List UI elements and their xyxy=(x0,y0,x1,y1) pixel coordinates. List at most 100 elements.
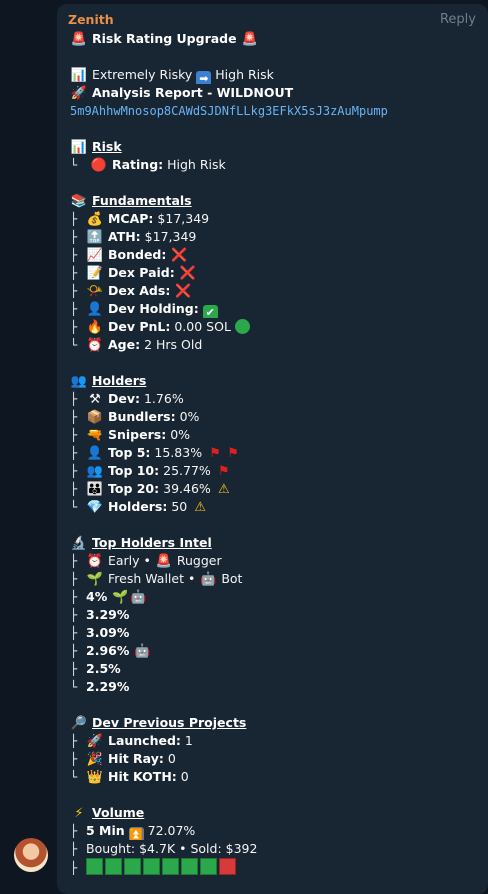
report-title: Analysis Report - WILDNOUT xyxy=(91,85,294,100)
warning-icon: ⚠ xyxy=(217,482,230,497)
gun-icon: 🔫 xyxy=(86,428,104,443)
pick-icon: ⚒ xyxy=(89,392,101,407)
volume-period-line: ├ 5 Min ⏫ 72.07% xyxy=(70,823,196,840)
check-icon: ✔ xyxy=(202,305,218,318)
megaphone-icon: 📯 xyxy=(86,284,104,299)
cross-icon: ❌ xyxy=(175,284,192,299)
report-title-line: 🚀 Analysis Report - WILDNOUT xyxy=(70,84,482,102)
party-icon: 🎉 xyxy=(86,752,104,767)
volume-bar-green-block xyxy=(124,858,141,875)
gem-icon: 💎 xyxy=(86,500,104,515)
top-holders-section-title: 🔬 Top Holders Intel xyxy=(70,535,212,551)
user-icon: 👤 xyxy=(86,302,104,317)
robot-icon: 🤖 xyxy=(134,644,151,659)
rating-change-line: 📊 Extremely Risky ➡ High Risk xyxy=(70,66,482,84)
holders-item: ├ 👥 Top 10: 25.77% ⚑ xyxy=(70,462,482,480)
holders-item: ├ 👤 Top 5: 15.83% ⚑ ⚑ xyxy=(70,444,482,462)
holders-item: ├ 📦 Bundlers: 0% xyxy=(70,409,200,425)
chart-icon: 📊 xyxy=(70,140,88,155)
siren-icon: 🚨 xyxy=(70,32,88,47)
chart-icon: 📊 xyxy=(70,68,88,83)
money-bag-icon: 💰 xyxy=(86,212,104,227)
volume-section-title: ⚡ Volume xyxy=(70,804,482,822)
alarm-clock-icon: ⏰ xyxy=(86,338,104,353)
dev-projects-item: ├ 🎉 Hit Ray: 0 xyxy=(70,751,176,767)
crown-icon: 👑 xyxy=(86,770,104,785)
user-icon: 👤 xyxy=(86,446,104,461)
right-arrow-icon: ➡ xyxy=(196,71,212,84)
fundamentals-item: ├ 📯 Dex Ads: ❌ xyxy=(70,283,192,299)
dev-projects-item: ├ 🚀 Launched: 1 xyxy=(70,733,193,749)
seedling-icon: 🌱 xyxy=(86,572,104,587)
red-flag-icon: ⚑ xyxy=(209,446,221,461)
risk-section-title: 📊 Risk xyxy=(70,139,122,155)
volume-bar-green-block xyxy=(143,858,160,875)
reply-button[interactable]: Reply xyxy=(440,12,476,27)
up-arrow-icon: ⏫ xyxy=(128,827,144,840)
holders-section-title: 👥 Holders xyxy=(70,373,147,389)
sender-name[interactable]: Zenith xyxy=(68,12,114,27)
holders-item: ├ 🔫 Snipers: 0% xyxy=(70,427,191,443)
volume-bar-red-block xyxy=(219,858,236,875)
red-flag-icon: ⚑ xyxy=(227,446,239,461)
fundamentals-section-title: 📚 Fundamentals xyxy=(70,193,192,209)
fundamentals-item: ├ 📈 Bonded: ❌ xyxy=(70,247,188,263)
robot-icon: 🤖 xyxy=(200,572,217,587)
lightning-icon: ⚡ xyxy=(74,806,84,821)
message-body: 🚨 Risk Rating Upgrade 🚨 📊 Extremely Risk… xyxy=(70,30,482,876)
top-holder-row: ├ 4% 🌱 🤖 xyxy=(70,589,147,605)
rating-from: Extremely Risky xyxy=(91,67,193,82)
holders-item: └ 💎 Holders: 50 ⚠ xyxy=(70,498,482,516)
top-holder-row: └ 2.29% xyxy=(70,679,130,694)
fundamentals-item: ├ 👤 Dev Holding: ✔ xyxy=(70,300,482,318)
cross-icon: ❌ xyxy=(179,266,196,281)
top-holder-row: ├ 3.29% xyxy=(70,607,130,622)
robot-icon: 🤖 xyxy=(130,590,147,605)
green-circle-icon xyxy=(234,319,250,334)
volume-bar-green-block xyxy=(181,858,198,875)
fundamentals-item: ├ 🔥 Dev PnL: 0.00 SOL xyxy=(70,318,482,336)
risk-rating-line: └ 🔴 Rating: High Risk xyxy=(70,157,226,173)
seedling-icon: 🌱 xyxy=(112,590,129,605)
top-holder-row: ├ 3.09% xyxy=(70,625,130,640)
red-circle-icon: 🔴 xyxy=(90,158,108,173)
header-line: 🚨 Risk Rating Upgrade 🚨 xyxy=(70,30,482,48)
contract-address-line: 5m9AhhwMnosop8CAWdSJDNfLLkg3EFkX5sJ3zAuM… xyxy=(70,102,482,120)
fundamentals-item: ├ 💰 MCAP: $17,349 xyxy=(70,211,210,227)
rocket-icon: 🚀 xyxy=(86,734,104,749)
volume-bar-green-block xyxy=(200,858,217,875)
holders-item: ├ 👪 Top 20: 39.46% ⚠ xyxy=(70,480,482,498)
fundamentals-item: ├ 📝 Dex Paid: ❌ xyxy=(70,265,196,281)
fundamentals-item: └ ⏰ Age: 2 Hrs Old xyxy=(70,337,203,353)
cross-icon: ❌ xyxy=(171,248,188,263)
top-holders-legend: ├ ⏰ Early • 🚨 Rugger xyxy=(70,553,222,569)
top-holder-row: ├ 2.96% 🤖 xyxy=(70,643,151,659)
contract-address[interactable]: 5m9AhhwMnosop8CAWdSJDNfLLkg3EFkX5sJ3zAuM… xyxy=(70,104,388,118)
red-flag-icon: ⚑ xyxy=(217,464,230,479)
header-text: Risk Rating Upgrade xyxy=(91,31,237,46)
volume-bar-green-block xyxy=(105,858,122,875)
siren-icon: 🚨 xyxy=(155,554,172,569)
users-icon: 👥 xyxy=(86,464,104,479)
avatar[interactable] xyxy=(14,838,48,872)
top-holders-legend: ├ 🌱 Fresh Wallet • 🤖 Bot xyxy=(70,571,243,587)
siren-icon: 🚨 xyxy=(241,32,258,47)
volume-bar-green-block xyxy=(86,858,103,875)
top-arrow-icon: 🔝 xyxy=(86,230,104,245)
volume-bar-line: ├ xyxy=(70,858,482,876)
rocket-icon: 🚀 xyxy=(70,86,88,101)
alarm-clock-icon: ⏰ xyxy=(86,554,104,569)
memo-icon: 📝 xyxy=(86,266,104,281)
volume-bought-sold-line: ├ Bought: $4.7K • Sold: $392 xyxy=(70,841,258,856)
volume-bar xyxy=(86,858,238,875)
chart-icon: 📈 xyxy=(86,248,104,263)
magnifier-icon: 🔎 xyxy=(70,716,88,731)
package-icon: 📦 xyxy=(86,410,104,425)
dev-projects-item: └ 👑 Hit KOTH: 0 xyxy=(70,769,189,785)
users-icon: 👥 xyxy=(70,374,88,389)
dev-projects-section-title: 🔎 Dev Previous Projects xyxy=(70,715,247,731)
holders-item: ├ ⚒ Dev: 1.76% xyxy=(70,391,184,407)
warning-icon: ⚠ xyxy=(194,500,207,515)
volume-bar-green-block xyxy=(162,858,179,875)
family-icon: 👪 xyxy=(86,482,104,497)
